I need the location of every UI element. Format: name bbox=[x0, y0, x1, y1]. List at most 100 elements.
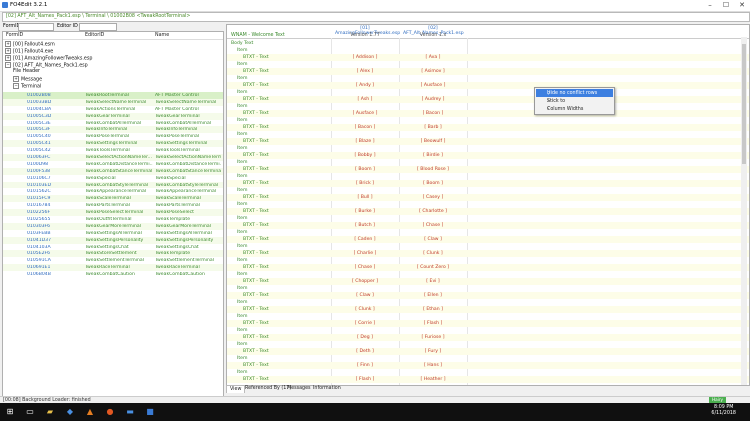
record-row[interactable]: 0101562C TweakAppearanceTerminal TweakAppe… bbox=[3, 188, 223, 195]
record-row[interactable]: 01005C3D TweakGearTerminal TweakGearTermin… bbox=[3, 112, 223, 120]
field-row[interactable]: BTXT - Text [ Addison ] [ Ava ] bbox=[227, 54, 749, 61]
navigation-tree[interactable]: FormID EditorID Name + [00] Fallout4.esm +… bbox=[2, 31, 224, 398]
editorid-filter-input[interactable] bbox=[79, 23, 117, 31]
task-view-icon[interactable]: ▭ bbox=[24, 406, 36, 418]
close-button[interactable]: ✕ bbox=[734, 0, 750, 11]
menu-item-column-widths[interactable]: Column Widths › bbox=[536, 105, 613, 113]
field-row[interactable]: Item bbox=[227, 75, 749, 82]
field-row[interactable]: BTXT - Text [ Charlie ] [ Clunk ] bbox=[227, 250, 749, 257]
record-row[interactable]: 01016784 TweakPartsTerminal TweakPartsTerm… bbox=[3, 202, 223, 209]
field-row[interactable]: BTXT - Text [ Bull ] [ Casey ] bbox=[227, 194, 749, 201]
expand-icon[interactable]: + bbox=[13, 76, 19, 82]
record-row[interactable]: 01025655 TweakOutfitTerminal TweakTemplate bbox=[3, 216, 223, 223]
maximize-button[interactable]: ☐ bbox=[718, 0, 734, 11]
field-row[interactable]: Item bbox=[227, 131, 749, 138]
start-icon[interactable]: ⊞ bbox=[4, 406, 16, 418]
field-row[interactable]: Item bbox=[227, 159, 749, 166]
field-row[interactable]: Item bbox=[227, 369, 749, 376]
field-row[interactable]: Item bbox=[227, 355, 749, 362]
field-row[interactable]: Item bbox=[227, 47, 749, 54]
app-icon[interactable]: ◆ bbox=[64, 406, 76, 418]
field-row[interactable]: BTXT - Text [ Chopper ] [ Evi ] bbox=[227, 278, 749, 285]
record-row[interactable]: 0104103A TweakSettingsChat TweakSettingsCh… bbox=[3, 244, 223, 251]
record-row[interactable]: 010691E1 TweakRaceTerminal TweakRaceTermin… bbox=[3, 264, 223, 272]
field-row[interactable]: Item bbox=[227, 257, 749, 264]
field-row[interactable]: Item bbox=[227, 299, 749, 306]
field-row[interactable]: Item bbox=[227, 327, 749, 334]
expand-icon[interactable]: + bbox=[5, 41, 11, 47]
app-icon[interactable]: ▬ bbox=[124, 406, 136, 418]
record-row[interactable]: 010063FC TweakSelectActionNameTer... Tweak… bbox=[3, 154, 223, 161]
field-row[interactable]: Item bbox=[227, 61, 749, 68]
record-row[interactable]: 010303F6 TweakGearMoreTerminal TweakGearMo… bbox=[3, 222, 223, 230]
record-row[interactable]: 01005C42 TweakToolsTerminal TweakToolsTerm… bbox=[3, 147, 223, 154]
expand-icon[interactable]: + bbox=[5, 48, 11, 54]
field-row[interactable]: Item bbox=[227, 229, 749, 236]
header-editorid[interactable]: EditorID bbox=[85, 33, 104, 38]
field-row[interactable]: BTXT - Text [ Bacon ] [ Barb ] bbox=[227, 124, 749, 131]
field-row[interactable]: BTXT - Text [ Ash ] [ Audrey ] bbox=[227, 96, 749, 103]
tree-node[interactable]: File Header bbox=[13, 69, 40, 74]
collapse-icon[interactable]: − bbox=[5, 62, 11, 68]
record-row[interactable]: 0106B04B TweakCombatCaution TweakCombatCau… bbox=[3, 271, 223, 278]
record-row[interactable]: 010106C7 TweakSpecial TweakSpecial bbox=[3, 175, 223, 182]
field-row[interactable]: BTXT - Text [ Brick ] [ Boom ] bbox=[227, 180, 749, 187]
field-row[interactable]: BTXT - Text [ Andy ] [ Ausface ] bbox=[227, 82, 749, 89]
field-row[interactable]: Item bbox=[227, 89, 749, 96]
tree-node[interactable]: + [00] Fallout4.esm bbox=[5, 41, 55, 48]
field-row[interactable]: Item bbox=[227, 145, 749, 152]
record-row[interactable]: 010103ED TweakCombatStyleTerminal TweakCom… bbox=[3, 181, 223, 189]
tree-node[interactable]: − [02] AFT_Alt_Names_Pack1.esp bbox=[5, 62, 88, 69]
record-row[interactable]: 0102256F TweakPoseSelectTerminal TweakPose… bbox=[3, 209, 223, 217]
firefox-icon[interactable]: ● bbox=[104, 406, 116, 418]
field-row[interactable]: BTXT - Text [ Alex ] [ Asimov ] bbox=[227, 68, 749, 75]
field-row[interactable]: Item bbox=[227, 243, 749, 250]
system-clock[interactable]: 8:09 PM 6/11/2018 bbox=[711, 405, 736, 417]
tab-information[interactable]: Information bbox=[310, 385, 344, 392]
field-row[interactable]: BTXT - Text [ Blaze ] [ Beowulf ] bbox=[227, 138, 749, 145]
field-row[interactable]: Item bbox=[227, 271, 749, 278]
field-row[interactable]: BTXT - Text [ Clunk ] [ Ethan ] bbox=[227, 306, 749, 313]
tree-node[interactable]: − Terminal bbox=[13, 83, 41, 90]
record-row[interactable]: 01015FC9 TweakScaleTerminal TweakScaleTerm… bbox=[3, 195, 223, 203]
file-explorer-icon[interactable]: ▰ bbox=[44, 406, 56, 418]
header-name[interactable]: Name bbox=[155, 33, 169, 38]
record-row[interactable]: 0105E2F6 TweakStoreSettlement TweakTemplat… bbox=[3, 250, 223, 258]
tree-node[interactable]: + [01] AmazingFollowerTweaks.esp bbox=[5, 55, 92, 62]
field-row[interactable]: BTXT - Text [ Ausface ] [ Bacon ] bbox=[227, 110, 749, 117]
field-row[interactable]: BTXT - Text [ Bobby ] [ Birdie ] bbox=[227, 152, 749, 159]
field-row[interactable]: Item bbox=[227, 173, 749, 180]
vlc-icon[interactable]: ▲ bbox=[84, 406, 96, 418]
formid-filter-input[interactable] bbox=[18, 23, 54, 31]
field-row[interactable]: Item bbox=[227, 313, 749, 320]
field-row[interactable]: BTXT - Text [ Deg ] [ Furiose ] bbox=[227, 334, 749, 341]
record-row[interactable]: 010591CA TweakSettlementTerminal TweakSett… bbox=[3, 257, 223, 264]
field-row[interactable]: BTXT - Text [ Claw ] [ Ellen ] bbox=[227, 292, 749, 299]
record-row[interactable]: 0100D98 TweakCombatDistanceTermi... TweakC… bbox=[3, 161, 223, 168]
field-row[interactable]: BTXT - Text [ Caden ] [ Claw ] bbox=[227, 236, 749, 243]
field-row[interactable]: Item bbox=[227, 103, 749, 110]
tree-node[interactable]: + [01] Fallout4.exe bbox=[5, 48, 53, 55]
record-row[interactable]: 01005C41 TweakSettingsTerminal TweakSettin… bbox=[3, 140, 223, 148]
record-row[interactable]: 0100F538 TweakCombatStanceTerminal TweakCo… bbox=[3, 167, 223, 175]
field-row[interactable]: BTXT - Text [ Deth ] [ Fury ] bbox=[227, 348, 749, 355]
field-row[interactable]: Item bbox=[227, 187, 749, 194]
field-row[interactable]: Item bbox=[227, 285, 749, 292]
record-row[interactable]: 01005C3E TweakCombatAITerminal TweakCombat… bbox=[3, 120, 223, 127]
collapse-icon[interactable]: − bbox=[13, 83, 19, 89]
scrollbar-thumb[interactable] bbox=[742, 44, 746, 164]
field-row[interactable]: BTXT - Text [ Chase ] [ Count Zero ] bbox=[227, 264, 749, 271]
header-formid[interactable]: FormID bbox=[6, 33, 23, 38]
field-row[interactable]: BTXT - Text [ Boom ] [ Blood Rose ] bbox=[227, 166, 749, 173]
menu-item-stick-to[interactable]: Stick to › bbox=[536, 97, 613, 105]
field-row[interactable]: Body Text bbox=[227, 40, 749, 47]
record-row[interactable]: 01002B08 TweakRootTerminal AFT Master Cont… bbox=[3, 92, 223, 99]
record-row[interactable]: 01005C40 TweakPoseTerminal TweakPoseTermin… bbox=[3, 133, 223, 140]
field-row[interactable]: Item bbox=[227, 341, 749, 348]
minimize-button[interactable]: – bbox=[702, 0, 718, 11]
field-row[interactable]: BTXT - Text [ Finn ] [ Hans ] bbox=[227, 362, 749, 369]
field-row[interactable]: Item bbox=[227, 215, 749, 222]
record-row[interactable]: 01041D37 TweakSettingsPersonality TweakSet… bbox=[3, 236, 223, 244]
record-row[interactable]: 01004CBA TweakActionsTerminal AFT Master C… bbox=[3, 106, 223, 113]
field-row[interactable]: Item bbox=[227, 117, 749, 124]
